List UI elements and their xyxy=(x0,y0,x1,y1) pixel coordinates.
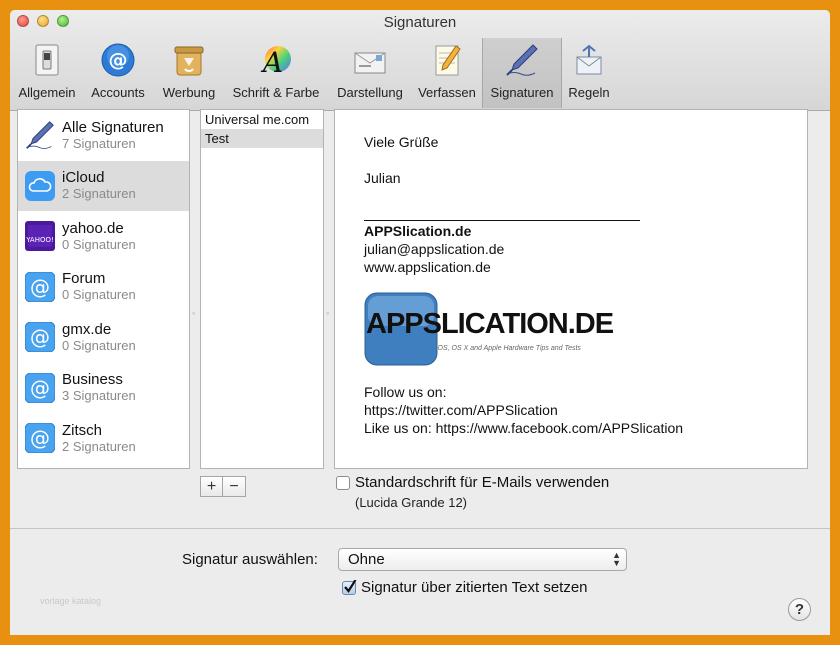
at-icon: @ xyxy=(24,271,56,303)
svg-text:YAHOO!: YAHOO! xyxy=(25,236,54,244)
svg-text:@: @ xyxy=(30,426,50,450)
help-button[interactable]: ? xyxy=(788,598,811,621)
tab-schrift-farbe[interactable]: A Schrift & Farbe xyxy=(224,38,328,108)
tab-allgemein[interactable]: Allgemein xyxy=(12,38,82,108)
chevron-updown-icon: ▲ ▼ xyxy=(612,550,621,568)
font-name: (Lucida Grande 12) xyxy=(355,495,468,510)
add-signature-button[interactable]: + xyxy=(200,476,223,497)
select-signature-popup[interactable]: Ohne ▲ ▼ xyxy=(338,548,627,571)
signature-name: Julian xyxy=(364,170,401,186)
logo-tagline: iOS, OS X and Apple Hardware Tips and Te… xyxy=(436,345,581,352)
title-bar: Signaturen Allgemein @ Accounts Werbung xyxy=(10,10,830,111)
at-icon: @ xyxy=(24,372,56,404)
signature-item[interactable]: Test xyxy=(201,129,323,148)
logo-text: APPSLICATION.DE xyxy=(366,308,614,340)
tab-darstellung[interactable]: Darstellung xyxy=(328,38,412,108)
at-icon: @ xyxy=(24,321,56,353)
split-handle[interactable]: ◦ xyxy=(326,308,330,318)
signature-preview[interactable]: Viele Grüße Julian APPSlication.de julia… xyxy=(334,109,808,469)
signature-company: APPSlication.de xyxy=(364,223,472,239)
envelope-icon xyxy=(352,42,388,78)
appslication-logo: APPSLICATION.DE iOS, OS X and Apple Hard… xyxy=(364,292,614,366)
account-name: Zitsch xyxy=(62,421,103,439)
above-quote-label: Signatur über zitierten Text setzen xyxy=(361,579,588,596)
tab-werbung[interactable]: Werbung xyxy=(154,38,224,108)
account-count: 3 Signaturen xyxy=(62,388,136,404)
account-count: 0 Signaturen xyxy=(62,236,136,252)
account-count: 2 Signaturen xyxy=(62,186,136,202)
account-count: 7 Signaturen xyxy=(62,135,136,151)
at-icon: @ xyxy=(100,42,136,78)
account-item-gmx[interactable]: @ gmx.de 0 Signaturen xyxy=(18,312,189,363)
divider xyxy=(10,528,830,529)
svg-text:@: @ xyxy=(109,49,128,71)
preferences-window: Signaturen Allgemein @ Accounts Werbung xyxy=(10,10,830,635)
account-item-icloud[interactable]: iCloud 2 Signaturen xyxy=(18,160,189,211)
yahoo-icon: YAHOO! xyxy=(24,220,56,252)
signature-item[interactable]: Universal me.com xyxy=(201,110,323,129)
account-item-zitsch[interactable]: @ Zitsch 2 Signaturen xyxy=(18,413,189,464)
account-name: gmx.de xyxy=(62,320,112,338)
account-item-forum[interactable]: @ Forum 0 Signaturen xyxy=(18,262,189,313)
remove-signature-button[interactable]: − xyxy=(223,476,246,497)
svg-text:@: @ xyxy=(30,275,50,299)
fountain-pen-icon xyxy=(504,42,540,78)
account-item-business[interactable]: @ Business 3 Signaturen xyxy=(18,363,189,414)
signature-greeting: Viele Grüße xyxy=(364,134,439,150)
account-name: yahoo.de xyxy=(62,219,124,237)
svg-text:A: A xyxy=(260,46,283,77)
fountain-pen-icon xyxy=(24,119,56,151)
watermark: vorlage katalog xyxy=(40,596,102,606)
account-item-alle-signaturen[interactable]: Alle Signaturen 7 Signaturen xyxy=(18,110,189,161)
pencil-paper-icon xyxy=(429,42,465,78)
facebook-link: Like us on: https://www.facebook.com/APP… xyxy=(364,420,684,436)
tab-regeln[interactable]: Regeln xyxy=(562,38,616,108)
svg-text:@: @ xyxy=(30,376,50,400)
signature-divider xyxy=(364,220,640,221)
account-name: iCloud xyxy=(62,169,105,187)
follow-text: Follow us on: xyxy=(364,384,447,400)
window-title: Signaturen xyxy=(383,14,457,31)
toolbar: Allgemein @ Accounts Werbung A Schrift &… xyxy=(12,38,616,108)
switch-icon xyxy=(29,42,65,78)
select-signature-label: Signatur auswählen: xyxy=(182,551,318,568)
default-font-checkbox[interactable] xyxy=(336,476,350,490)
twitter-link: https://twitter.com/APPSlication xyxy=(364,402,558,418)
font-color-icon: A xyxy=(258,42,294,78)
checkmark-icon xyxy=(344,580,357,593)
cloud-icon xyxy=(24,170,56,202)
signature-website: www.appslication.de xyxy=(364,259,491,275)
default-font-label: Standardschrift für E-Mails verwenden xyxy=(355,474,610,491)
account-name: Alle Signaturen xyxy=(62,118,164,136)
account-item-yahoo[interactable]: YAHOO! yahoo.de 0 Signaturen xyxy=(18,211,189,262)
account-list: Alle Signaturen 7 Signaturen iCloud 2 Sign… xyxy=(17,109,190,469)
account-name: Forum xyxy=(62,270,106,288)
rules-icon xyxy=(571,42,607,78)
account-count: 0 Signaturen xyxy=(62,287,136,303)
account-count: 0 Signaturen xyxy=(62,337,136,353)
split-handle[interactable]: ◦ xyxy=(192,308,196,318)
trash-can-icon xyxy=(171,42,207,78)
signature-list: Universal me.com Test xyxy=(200,109,324,469)
tab-signaturen[interactable]: Signaturen xyxy=(482,38,562,108)
svg-text:@: @ xyxy=(30,325,50,349)
account-count: 2 Signaturen xyxy=(62,438,136,454)
account-name: Business xyxy=(62,371,123,389)
at-icon: @ xyxy=(24,422,56,454)
select-value: Ohne xyxy=(348,551,385,568)
above-quote-checkbox[interactable] xyxy=(342,580,357,595)
tab-accounts[interactable]: @ Accounts xyxy=(82,38,154,108)
tab-verfassen[interactable]: Verfassen xyxy=(412,38,482,108)
add-remove-buttons: + − xyxy=(200,476,246,497)
signature-email: julian@appslication.de xyxy=(364,241,505,257)
